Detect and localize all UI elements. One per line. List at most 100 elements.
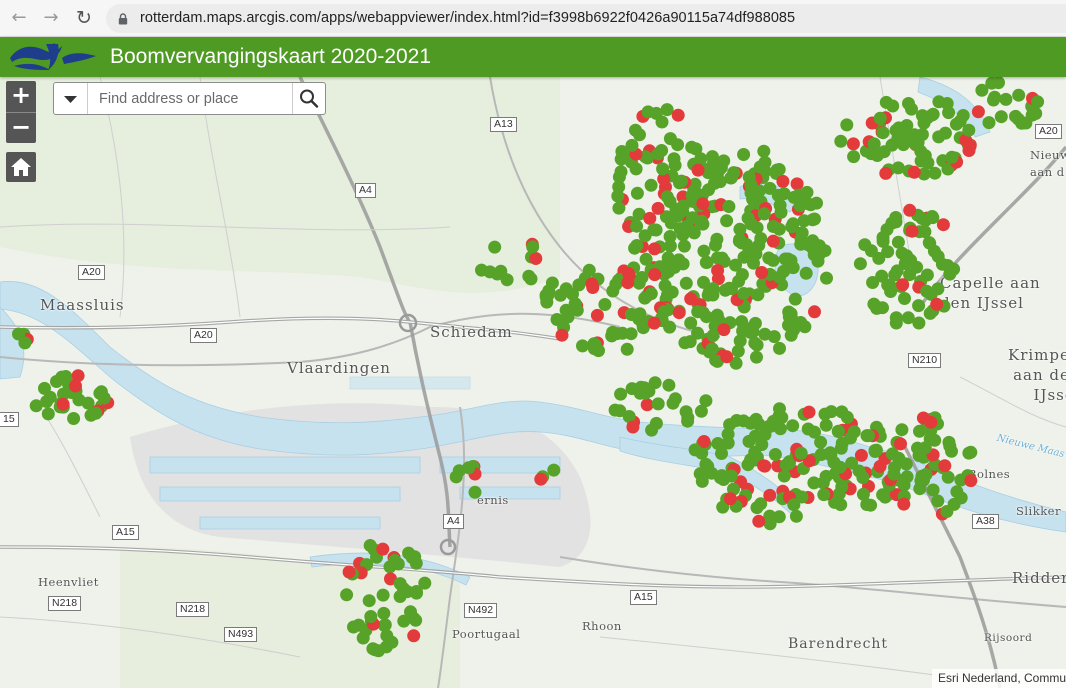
tree-marker[interactable] bbox=[819, 418, 833, 432]
tree-marker[interactable] bbox=[598, 298, 612, 311]
tree-marker[interactable] bbox=[396, 582, 410, 595]
tree-marker[interactable] bbox=[887, 467, 901, 481]
tree-marker[interactable] bbox=[356, 631, 370, 645]
tree-marker[interactable] bbox=[638, 291, 652, 305]
tree-marker[interactable] bbox=[918, 441, 932, 455]
tree-marker[interactable] bbox=[660, 103, 674, 117]
tree-marker[interactable] bbox=[671, 108, 685, 122]
map-view[interactable]: Maassluis Schiedam Vlaardingen Capelle a… bbox=[0, 77, 1066, 688]
tree-marker[interactable] bbox=[547, 463, 561, 477]
tree-marker[interactable] bbox=[688, 443, 702, 457]
reload-icon[interactable]: ↻ bbox=[73, 8, 95, 28]
tree-marker[interactable] bbox=[919, 468, 933, 481]
tree-marker[interactable] bbox=[891, 235, 905, 249]
tree-marker[interactable] bbox=[889, 316, 903, 330]
tree-marker[interactable] bbox=[840, 118, 854, 132]
tree-marker[interactable] bbox=[930, 297, 944, 311]
tree-marker[interactable] bbox=[876, 126, 890, 140]
tree-marker[interactable] bbox=[742, 170, 756, 184]
tree-marker[interactable] bbox=[924, 415, 938, 429]
tree-marker[interactable] bbox=[752, 238, 766, 252]
tree-marker[interactable] bbox=[41, 407, 55, 421]
forward-arrow-icon[interactable]: → bbox=[40, 8, 62, 28]
tree-marker[interactable] bbox=[576, 339, 589, 353]
tree-marker[interactable] bbox=[611, 189, 625, 203]
tree-marker[interactable] bbox=[889, 215, 903, 229]
tree-marker[interactable] bbox=[612, 201, 626, 215]
tree-marker[interactable] bbox=[38, 381, 51, 395]
tree-marker[interactable] bbox=[629, 162, 643, 176]
tree-marker[interactable] bbox=[568, 297, 582, 311]
tree-marker[interactable] bbox=[840, 410, 854, 424]
tree-marker[interactable] bbox=[632, 276, 646, 290]
tree-marker[interactable] bbox=[783, 254, 797, 268]
tree-marker[interactable] bbox=[788, 292, 802, 306]
tree-marker[interactable] bbox=[534, 472, 548, 486]
tree-marker[interactable] bbox=[655, 115, 669, 129]
tree-marker[interactable] bbox=[873, 459, 887, 473]
tree-marker[interactable] bbox=[920, 268, 934, 282]
tree-marker[interactable] bbox=[820, 271, 833, 285]
tree-marker[interactable] bbox=[776, 174, 790, 188]
tree-marker[interactable] bbox=[657, 305, 671, 319]
tree-marker[interactable] bbox=[928, 166, 942, 180]
tree-marker[interactable] bbox=[676, 228, 690, 242]
tree-marker[interactable] bbox=[757, 144, 771, 158]
tree-marker[interactable] bbox=[718, 283, 732, 297]
tree-marker[interactable] bbox=[755, 266, 769, 279]
tree-marker[interactable] bbox=[648, 268, 662, 282]
tree-marker[interactable] bbox=[529, 252, 543, 265]
tree-marker[interactable] bbox=[612, 170, 626, 184]
tree-marker[interactable] bbox=[592, 344, 605, 358]
tree-marker[interactable] bbox=[742, 434, 756, 448]
tree-marker[interactable] bbox=[766, 234, 780, 248]
tree-marker[interactable] bbox=[705, 342, 719, 356]
tree-marker[interactable] bbox=[720, 350, 734, 364]
tree-marker[interactable] bbox=[772, 163, 786, 176]
tree-marker[interactable] bbox=[799, 266, 813, 280]
tree-marker[interactable] bbox=[720, 214, 734, 228]
tree-marker[interactable] bbox=[662, 378, 676, 392]
tree-marker[interactable] bbox=[735, 315, 749, 329]
tree-marker[interactable] bbox=[706, 329, 720, 343]
tree-marker[interactable] bbox=[672, 306, 686, 320]
tree-marker[interactable] bbox=[648, 242, 661, 256]
tree-marker[interactable] bbox=[847, 150, 861, 164]
tree-marker[interactable] bbox=[340, 588, 354, 602]
tree-marker[interactable] bbox=[819, 469, 833, 483]
tree-marker[interactable] bbox=[914, 144, 928, 158]
tree-marker[interactable] bbox=[758, 155, 772, 169]
tree-marker[interactable] bbox=[941, 470, 955, 484]
tree-marker[interactable] bbox=[677, 239, 691, 253]
tree-marker[interactable] bbox=[697, 244, 711, 258]
tree-marker[interactable] bbox=[696, 306, 710, 320]
tree-marker[interactable] bbox=[903, 203, 917, 217]
tree-marker[interactable] bbox=[1029, 107, 1043, 120]
tree-marker[interactable] bbox=[757, 459, 771, 473]
tree-marker[interactable] bbox=[711, 264, 725, 277]
tree-marker[interactable] bbox=[954, 491, 968, 505]
tree-marker[interactable] bbox=[405, 551, 419, 564]
tree-marker[interactable] bbox=[694, 404, 708, 418]
tree-marker[interactable] bbox=[834, 134, 848, 148]
tree-marker[interactable] bbox=[651, 201, 665, 215]
tree-marker[interactable] bbox=[773, 341, 786, 355]
tree-marker[interactable] bbox=[940, 505, 954, 518]
tree-marker[interactable] bbox=[802, 405, 816, 419]
tree-marker[interactable] bbox=[644, 178, 658, 192]
tree-marker[interactable] bbox=[622, 267, 636, 280]
tree-marker[interactable] bbox=[847, 425, 861, 439]
tree-marker[interactable] bbox=[676, 199, 690, 213]
tree-marker[interactable] bbox=[722, 200, 736, 213]
tree-marker[interactable] bbox=[737, 414, 750, 428]
tree-marker[interactable] bbox=[758, 428, 772, 441]
tree-marker[interactable] bbox=[97, 391, 111, 405]
tree-marker[interactable] bbox=[542, 284, 556, 298]
tree-marker[interactable] bbox=[418, 576, 432, 590]
tree-marker[interactable] bbox=[737, 148, 751, 161]
tree-marker[interactable] bbox=[590, 308, 604, 322]
search-button[interactable] bbox=[292, 83, 325, 114]
tree-marker[interactable] bbox=[746, 192, 760, 206]
tree-marker[interactable] bbox=[364, 610, 378, 623]
tree-marker[interactable] bbox=[751, 288, 765, 302]
